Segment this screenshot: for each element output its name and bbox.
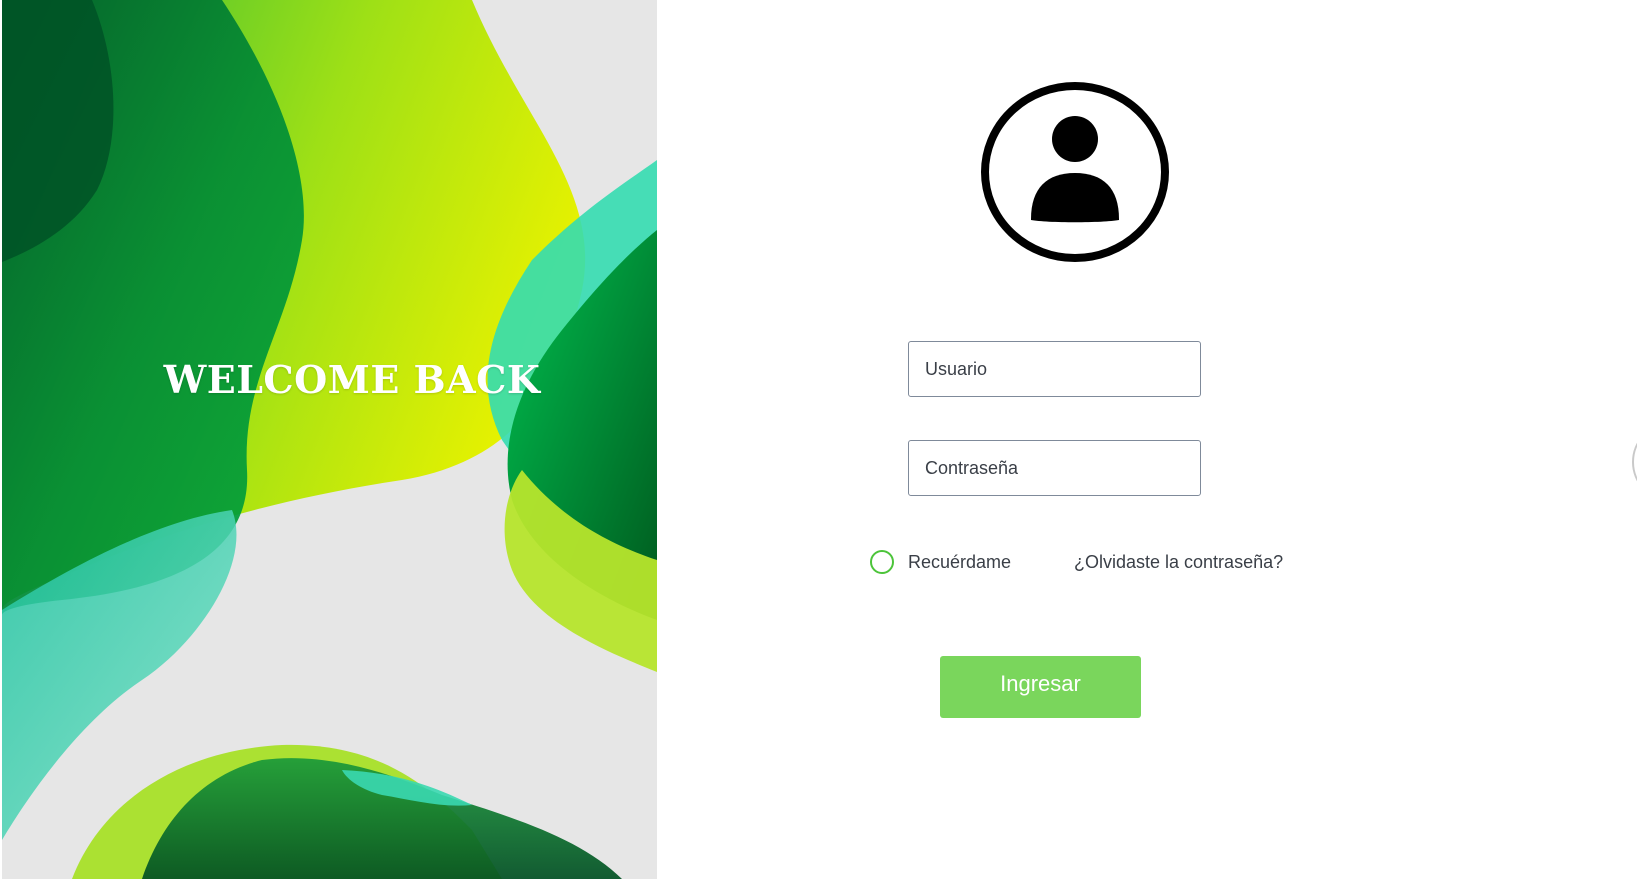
password-input[interactable] [908, 440, 1201, 496]
edge-floating-button[interactable] [1632, 422, 1637, 502]
remember-me-radio[interactable] [870, 550, 894, 574]
login-submit-button[interactable]: Ingresar [940, 656, 1141, 718]
remember-me[interactable]: Recuérdame [870, 548, 1011, 576]
abstract-blobs-illustration [2, 0, 657, 879]
forgot-password-link[interactable]: ¿Olvidaste la contraseña? [1074, 552, 1283, 573]
username-input[interactable] [908, 341, 1201, 397]
hero-panel: WELCOME BACK [2, 0, 657, 879]
login-page: WELCOME BACK Recuérdame ¿Olvidaste la co… [0, 0, 1637, 879]
welcome-title: WELCOME BACK [163, 357, 541, 402]
user-circle-icon [981, 82, 1169, 262]
remember-me-label[interactable]: Recuérdame [908, 552, 1011, 573]
